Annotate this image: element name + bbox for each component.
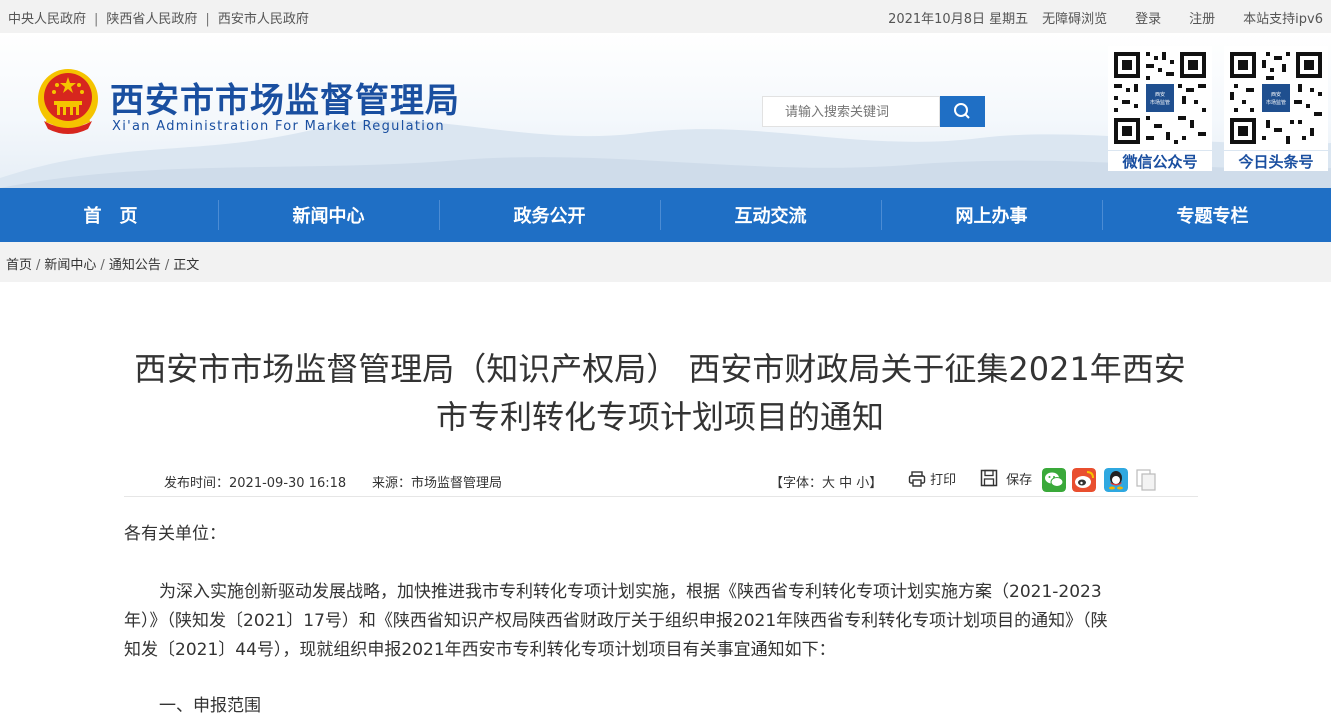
breadcrumb-home[interactable]: 首页: [6, 258, 32, 273]
article-title-line1: 西安市市场监督管理局（知识产权局） 西安市财政局关于征集2021年西安: [134, 350, 1186, 388]
svg-text:市场监管: 市场监管: [1150, 99, 1170, 106]
qq-share-icon[interactable]: [1104, 468, 1128, 492]
top-bar: 中央人民政府 | 陕西省人民政府 | 西安市人民政府 2021年10月8日 星期五 无障碍…: [0, 0, 1331, 33]
nav-home[interactable]: 首 页: [0, 188, 221, 242]
breadcrumb: 首页 / 新闻中心 / 通知公告 / 正文: [0, 242, 1331, 282]
nav-special-topics[interactable]: 专题专栏: [1102, 188, 1323, 242]
link-xian-gov[interactable]: 西安市人民政府: [218, 12, 309, 27]
separator: |: [94, 12, 99, 27]
search-button[interactable]: [940, 96, 985, 127]
register-link[interactable]: 注册: [1189, 12, 1215, 27]
wechat-qr-code: 西安 市场监管: [1108, 46, 1212, 150]
nav-online-services[interactable]: 网上办事: [881, 188, 1102, 242]
link-shaanxi-gov[interactable]: 陕西省人民政府: [106, 12, 197, 27]
svg-text:西安: 西安: [1155, 91, 1165, 98]
ipv6-text: 本站支持ipv6: [1243, 12, 1323, 27]
search-icon: [954, 103, 970, 119]
accessibility-link[interactable]: 无障碍浏览: [1042, 12, 1107, 27]
toutiao-label: 今日头条号: [1224, 151, 1328, 171]
breadcrumb-sep: /: [100, 258, 105, 273]
separator: |: [205, 12, 210, 27]
top-right: 2021年10月8日 星期五 无障碍浏览 登录 注册 本站支持ipv6: [874, 8, 1323, 27]
publish-time: 发布时间：2021-09-30 16:18: [164, 476, 347, 491]
toutiao-qr-code: 西安 市场监管: [1224, 46, 1328, 150]
svg-text:西安: 西安: [1271, 91, 1281, 98]
article-greeting: 各有关单位：: [124, 524, 226, 544]
qr-code-icon: 西安 市场监管: [1228, 50, 1324, 146]
svg-text:市场监管: 市场监管: [1266, 99, 1286, 106]
main-nav: 首 页 新闻中心 政务公开 互动交流 网上办事 专题专栏: [0, 188, 1331, 242]
search-input[interactable]: [783, 97, 937, 128]
link-central-gov[interactable]: 中央人民政府: [8, 12, 86, 27]
print-label: 打印: [930, 473, 957, 488]
article-source: 来源：市场监督管理局: [372, 476, 503, 491]
wechat-label: 微信公众号: [1108, 151, 1212, 171]
breadcrumb-notices[interactable]: 通知公告: [109, 258, 161, 273]
wechat-share-icon[interactable]: [1042, 468, 1066, 492]
article-title-line2: 市专利转化专项计划项目的通知: [435, 398, 884, 436]
weibo-share-icon[interactable]: [1072, 468, 1096, 492]
print-button[interactable]: 打印: [908, 469, 956, 488]
breadcrumb-current: 正文: [173, 258, 200, 273]
save-icon: [980, 469, 998, 487]
article-title: 西安市市场监督管理局（知识产权局） 西安市财政局关于征集2021年西安 市专利转…: [120, 345, 1200, 441]
nav-news[interactable]: 新闻中心: [218, 188, 439, 242]
gov-links: 中央人民政府 | 陕西省人民政府 | 西安市人民政府: [8, 8, 309, 27]
search-box: [762, 96, 940, 128]
printer-icon: [908, 471, 926, 487]
breadcrumb-sep: /: [36, 258, 41, 273]
save-label: 保存: [1006, 473, 1033, 488]
breadcrumb-sep: /: [164, 258, 170, 273]
article-paragraph-line3: 知发〔2021〕44号），现就组织申报2021年西安市专利转化专项计划项目有关事…: [124, 640, 836, 660]
save-button[interactable]: 保存: [980, 469, 1032, 488]
font-size-selector[interactable]: 【字体：大 中 小】: [770, 472, 882, 491]
site-subtitle: Xi'an Administration For Market Regulati…: [112, 119, 445, 134]
article-section-heading: 一、申报范围: [159, 696, 261, 716]
nav-interaction[interactable]: 互动交流: [660, 188, 881, 242]
national-emblem-icon: [38, 69, 98, 134]
site-title[interactable]: 西安市市场监督管理局: [110, 73, 460, 122]
article-paragraph-line2: 年）》（陕知发〔2021〕17号）和《陕西省知识产权局陕西省财政厅关于组织申报2…: [124, 611, 1108, 631]
login-link[interactable]: 登录: [1135, 12, 1161, 27]
date-text: 2021年10月8日 星期五: [888, 12, 1029, 27]
nav-gov-affairs[interactable]: 政务公开: [439, 188, 660, 242]
qr-code-icon: 西安 市场监管: [1112, 50, 1208, 146]
breadcrumb-news[interactable]: 新闻中心: [44, 258, 96, 273]
copy-link-icon[interactable]: [1134, 468, 1158, 492]
site-header: 西安市市场监督管理局 Xi'an Administration For Mark…: [0, 33, 1331, 188]
article-paragraph-line1: 为深入实施创新驱动发展战略，加快推进我市专利转化专项计划实施，根据《陕西省专利转…: [159, 582, 1102, 602]
article-meta: 发布时间：2021-09-30 16:18 来源：市场监督管理局 【字体：大 中…: [124, 466, 1198, 497]
